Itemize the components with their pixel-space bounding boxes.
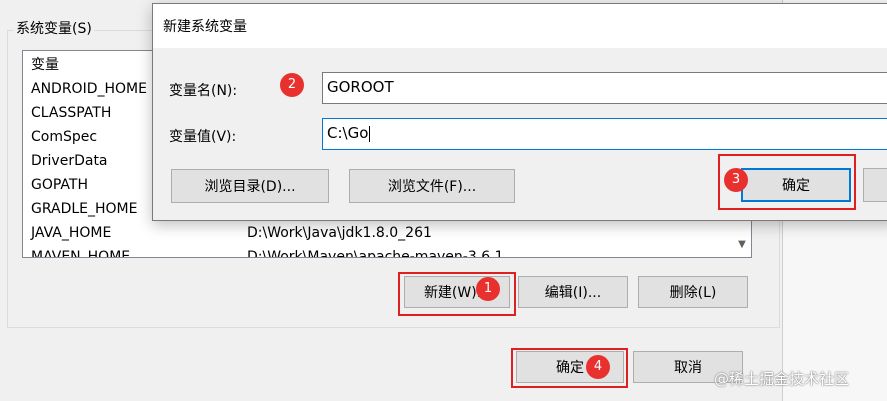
variable-name-cell: GRADLE_HOME	[31, 201, 138, 217]
variable-value-cell: D:\Work\Maven\apache-maven-3.6.1	[247, 249, 504, 258]
variable-name-cell: ComSpec	[31, 129, 98, 145]
variable-name-cell: JAVA_HOME	[31, 225, 112, 241]
dialog-title: 新建系统变量	[163, 19, 247, 35]
variable-name-label: 变量名(N):	[169, 83, 238, 99]
dialog-cancel-button[interactable]	[863, 168, 887, 202]
browse-directory-button[interactable]: 浏览目录(D)...	[171, 169, 329, 203]
step-1-badge: 1	[476, 277, 500, 301]
watermark: @稀土掘金技术社区	[714, 370, 850, 388]
step-4-badge: 4	[586, 355, 610, 379]
delete-variable-button[interactable]: 删除(L)	[638, 276, 748, 308]
edit-variable-button[interactable]: 编辑(I)...	[518, 276, 628, 308]
dialog-titlebar[interactable]: 新建系统变量	[153, 4, 887, 48]
system-variables-label: 系统变量(S)	[14, 18, 94, 38]
highlight-parent-ok	[511, 348, 628, 388]
table-row[interactable]: MAVEN_HOME D:\Work\Maven\apache-maven-3.6…	[23, 245, 735, 258]
variable-name-cell: MAVEN_HOME	[31, 249, 131, 258]
variable-name-cell: GOPATH	[31, 177, 88, 193]
variable-name-cell: ANDROID_HOME	[31, 81, 147, 97]
variable-value-label: 变量值(V):	[169, 129, 237, 145]
browse-file-button[interactable]: 浏览文件(F)...	[349, 169, 515, 203]
variable-name-value: GOROOT	[327, 78, 394, 96]
column-header-variable[interactable]: 变量	[31, 53, 59, 77]
variable-value-field[interactable]: C:\Go	[322, 118, 887, 150]
variable-name-field[interactable]: GOROOT	[322, 72, 887, 104]
variable-value-value: C:\Go	[327, 124, 369, 142]
text-caret	[369, 125, 371, 142]
table-row[interactable]: JAVA_HOME D:\Work\Java\jdk1.8.0_261	[23, 221, 735, 245]
variable-name-cell: DriverData	[31, 153, 108, 169]
step-2-badge: 2	[280, 73, 304, 97]
step-3-badge: 3	[724, 168, 748, 192]
variable-value-cell: D:\Work\Java\jdk1.8.0_261	[247, 225, 432, 241]
variable-name-cell: CLASSPATH	[31, 105, 112, 121]
scroll-down-icon[interactable]: ▼	[734, 237, 750, 253]
